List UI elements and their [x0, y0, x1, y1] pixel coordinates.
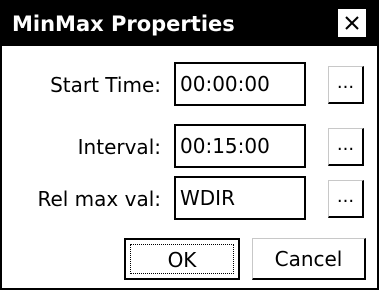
- start-time-browse-label: ...: [336, 72, 355, 93]
- interval-field[interactable]: 00:15:00: [174, 124, 306, 168]
- rel-max-val-browse-label: ...: [336, 186, 355, 207]
- cancel-button-label: Cancel: [274, 247, 343, 271]
- interval-browse-button[interactable]: ...: [328, 128, 364, 166]
- ok-button-label: OK: [167, 248, 197, 272]
- close-icon: [345, 16, 359, 30]
- minmax-properties-dialog: MinMax Properties Start Time: 00:00:00 .…: [0, 0, 379, 290]
- cancel-button[interactable]: Cancel: [252, 238, 366, 280]
- start-time-browse-button[interactable]: ...: [328, 66, 364, 104]
- rel-max-val-browse-button[interactable]: ...: [328, 180, 364, 218]
- interval-browse-label: ...: [336, 134, 355, 155]
- start-time-value: 00:00:00: [180, 72, 270, 96]
- close-button[interactable]: [337, 8, 367, 38]
- start-time-field[interactable]: 00:00:00: [174, 62, 306, 106]
- ok-button[interactable]: OK: [124, 238, 240, 280]
- rel-max-val-label: Rel max val:: [37, 187, 161, 211]
- title-bar: MinMax Properties: [2, 2, 377, 46]
- rel-max-val-field[interactable]: WDIR: [174, 176, 306, 220]
- rel-max-val-value: WDIR: [180, 186, 235, 210]
- dialog-title: MinMax Properties: [12, 12, 235, 36]
- interval-value: 00:15:00: [180, 134, 270, 158]
- interval-label: Interval:: [77, 135, 161, 159]
- start-time-label: Start Time:: [50, 73, 161, 97]
